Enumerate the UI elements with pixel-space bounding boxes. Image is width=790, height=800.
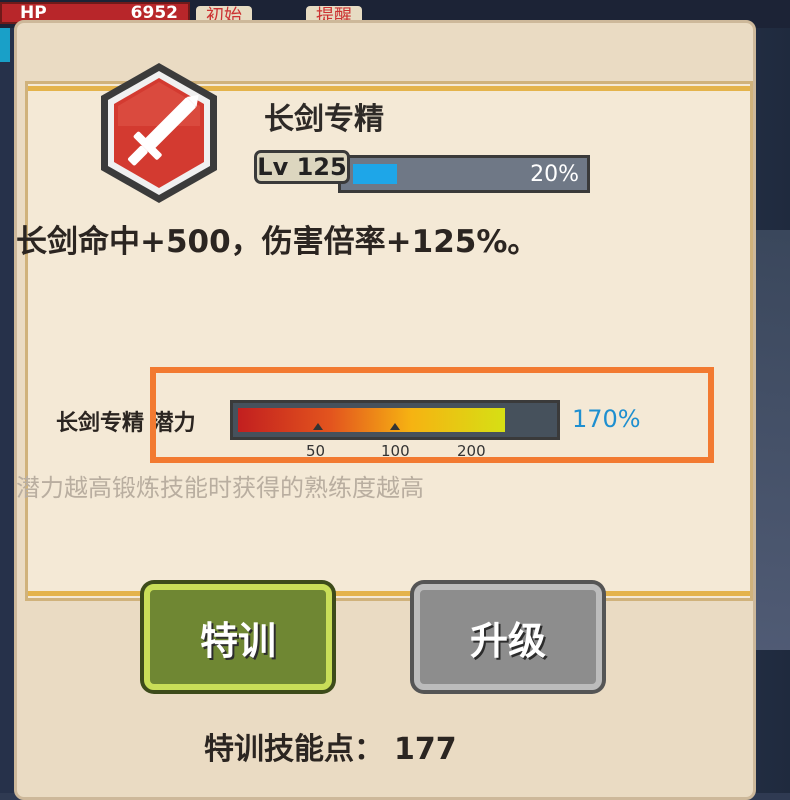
left-side-tab[interactable]	[0, 28, 10, 62]
potential-highlight	[150, 367, 714, 463]
skill-description: 长剑命中+500，伤害倍率+125%。	[16, 224, 539, 260]
level-badge: Lv 125	[254, 150, 350, 184]
training-points-value: 177	[394, 732, 457, 767]
training-points: 特训技能点： 177	[204, 724, 457, 768]
panel-bottom-stripe	[28, 591, 750, 596]
potential-hint: 潜力越高锻炼技能时获得的熟练度越高	[16, 474, 424, 502]
train-button[interactable]: 特训	[144, 584, 332, 690]
background-character	[750, 230, 790, 650]
level-progress-fill	[353, 164, 397, 184]
sword-icon	[101, 63, 217, 203]
level-progress-text: 20%	[530, 162, 579, 187]
level-progress-bar: 20%	[338, 155, 590, 193]
upgrade-button[interactable]: 升级	[414, 584, 602, 690]
skill-name: 长剑专精	[264, 102, 384, 137]
training-points-label: 特训技能点：	[204, 732, 384, 767]
